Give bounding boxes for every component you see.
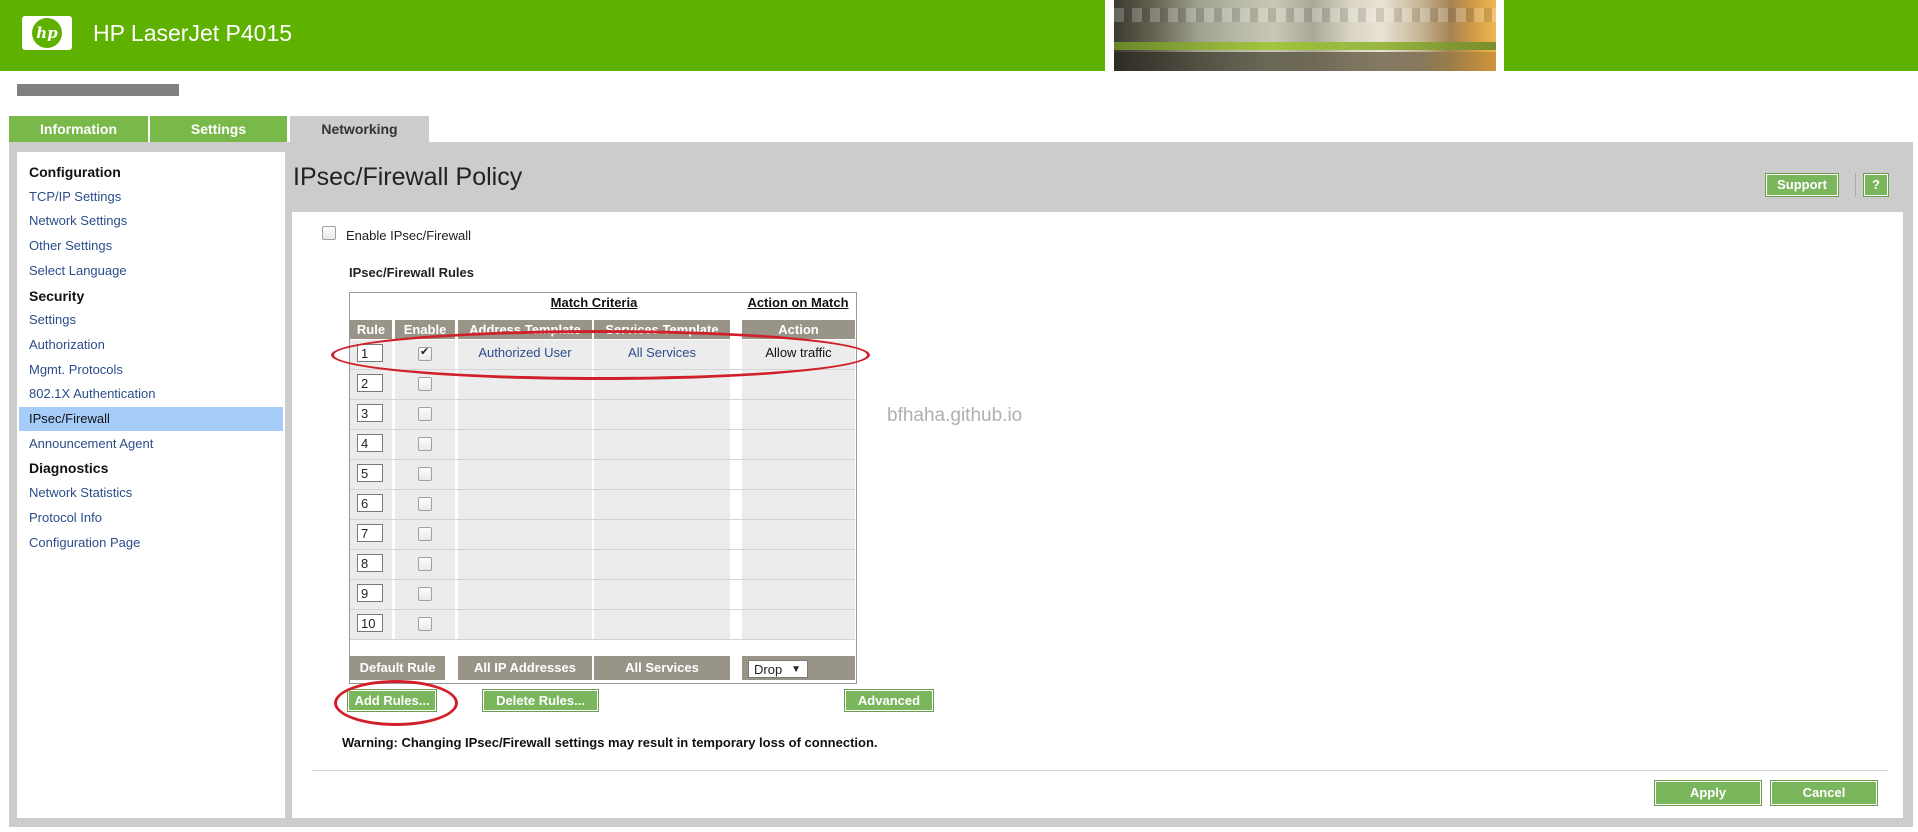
default-action-value: Drop [754, 662, 783, 677]
header-banner-right [1504, 0, 1918, 71]
sidebar-heading-configuration: Configuration [29, 164, 121, 180]
device-title: HP LaserJet P4015 [93, 20, 293, 46]
header-train-image [1114, 0, 1496, 71]
rule-number-input[interactable]: 9 [357, 584, 383, 602]
col-header-rule: Rule [350, 320, 392, 339]
table-row-divider [350, 489, 855, 490]
table-row-divider [350, 579, 855, 580]
rule-enable-checkbox[interactable] [418, 617, 432, 631]
tab-information[interactable]: Information [9, 116, 148, 142]
enable-ipsec-label: Enable IPsec/Firewall [346, 228, 471, 243]
tab-networking[interactable]: Networking [290, 116, 429, 142]
default-rule-services: All Services [594, 656, 730, 680]
sidebar-item-protocol-info[interactable]: Protocol Info [29, 506, 102, 530]
advanced-button[interactable]: Advanced [845, 690, 933, 711]
rule-action: Allow traffic [765, 345, 832, 360]
sidebar-item-tcp-ip-settings[interactable]: TCP/IP Settings [29, 185, 121, 209]
sidebar-heading-diagnostics: Diagnostics [29, 460, 109, 477]
col-header-address: Address Template [458, 320, 592, 339]
table-row-divider [350, 519, 855, 520]
header-divider [1855, 173, 1856, 197]
table-column-background [742, 340, 855, 640]
sidebar-item-ipsec-firewall[interactable]: IPsec/Firewall [29, 407, 110, 431]
sidebar-item-network-statistics[interactable]: Network Statistics [29, 481, 132, 505]
hp-logo-mark: hp [32, 18, 62, 48]
rule-address-template[interactable]: Authorized User [458, 345, 592, 360]
footer-divider [312, 770, 1888, 771]
tab-settings[interactable]: Settings [150, 116, 287, 142]
rule-enable-checkbox[interactable] [418, 497, 432, 511]
table-row-divider [350, 609, 855, 610]
rule-number-input[interactable]: 7 [357, 524, 383, 542]
rule-enable-checkbox[interactable] [418, 377, 432, 391]
support-button[interactable]: Support [1766, 174, 1838, 196]
table-column-background [594, 340, 730, 640]
default-rule-address: All IP Addresses [458, 656, 592, 680]
sidebar-heading-security: Security [29, 287, 85, 304]
rule-enable-checkbox[interactable] [418, 557, 432, 571]
help-button[interactable]: ? [1864, 174, 1888, 196]
enable-ipsec-checkbox[interactable] [322, 226, 336, 240]
rule-enable-checkbox[interactable] [418, 345, 432, 361]
page-title: IPsec/Firewall Policy [293, 163, 523, 191]
rule-number-input[interactable]: 8 [357, 554, 383, 572]
rule-number-input[interactable]: 5 [357, 464, 383, 482]
table-row-divider [350, 399, 855, 400]
sidebar-item-other-settings[interactable]: Other Settings [29, 234, 112, 258]
table-row-divider [350, 459, 855, 460]
sidebar-item-authorization[interactable]: Authorization [29, 333, 105, 357]
col-header-enable: Enable [395, 320, 455, 339]
rule-enable-checkbox[interactable] [418, 467, 432, 481]
action-on-match-heading: Action on Match [747, 295, 849, 310]
rule-enable-checkbox[interactable] [418, 407, 432, 421]
sidebar-item-settings[interactable]: Settings [29, 308, 76, 332]
sidebar-item-network-settings[interactable]: Network Settings [29, 209, 127, 233]
default-action-select[interactable]: Drop ▼ [748, 660, 808, 678]
sidebar: Configuration TCP/IP Settings Network Sett… [17, 152, 285, 818]
table-column-background [458, 340, 592, 640]
rule-enable-checkbox[interactable] [418, 437, 432, 451]
rule-number-input[interactable]: 1 [357, 344, 383, 362]
rule-number-input[interactable]: 3 [357, 404, 383, 422]
hp-logo: hp [22, 16, 72, 50]
rule-number-input[interactable]: 6 [357, 494, 383, 512]
match-criteria-heading: Match Criteria [550, 295, 638, 310]
col-header-services: Services Template [594, 320, 730, 339]
chevron-down-icon: ▼ [791, 664, 801, 675]
sidebar-item-announcement-agent[interactable]: Announcement Agent [29, 432, 153, 456]
table-row-divider [350, 639, 855, 640]
sidebar-item-802-1x-authentication[interactable]: 802.1X Authentication [29, 382, 156, 406]
status-bar-placeholder [17, 84, 179, 96]
sidebar-item-select-language[interactable]: Select Language [29, 259, 127, 283]
rule-enable-checkbox[interactable] [418, 527, 432, 541]
rule-number-input[interactable]: 10 [357, 614, 383, 632]
apply-button[interactable]: Apply [1655, 781, 1761, 805]
warning-message: Warning: Changing IPsec/Firewall setting… [342, 735, 878, 750]
watermark-text: bfhaha.github.io [887, 405, 1023, 426]
cancel-button[interactable]: Cancel [1771, 781, 1877, 805]
delete-rules-button[interactable]: Delete Rules... [483, 690, 598, 711]
table-row-divider [350, 429, 855, 430]
rule-enable-checkbox[interactable] [418, 587, 432, 601]
rule-services-template[interactable]: All Services [594, 345, 730, 360]
rules-section-title: IPsec/Firewall Rules [349, 265, 475, 280]
sidebar-item-mgmt-protocols[interactable]: Mgmt. Protocols [29, 358, 123, 382]
col-header-action: Action [742, 320, 855, 339]
table-row-divider [350, 549, 855, 550]
table-row-divider [350, 369, 855, 370]
rule-number-input[interactable]: 2 [357, 374, 383, 392]
add-rules-button[interactable]: Add Rules... [348, 690, 436, 711]
default-rule-label: Default Rule [350, 656, 445, 680]
rule-number-input[interactable]: 4 [357, 434, 383, 452]
sidebar-item-configuration-page[interactable]: Configuration Page [29, 531, 140, 555]
page-header: hp HP LaserJet P4015 [0, 0, 1918, 71]
header-banner-left: hp HP LaserJet P4015 [0, 0, 1105, 71]
